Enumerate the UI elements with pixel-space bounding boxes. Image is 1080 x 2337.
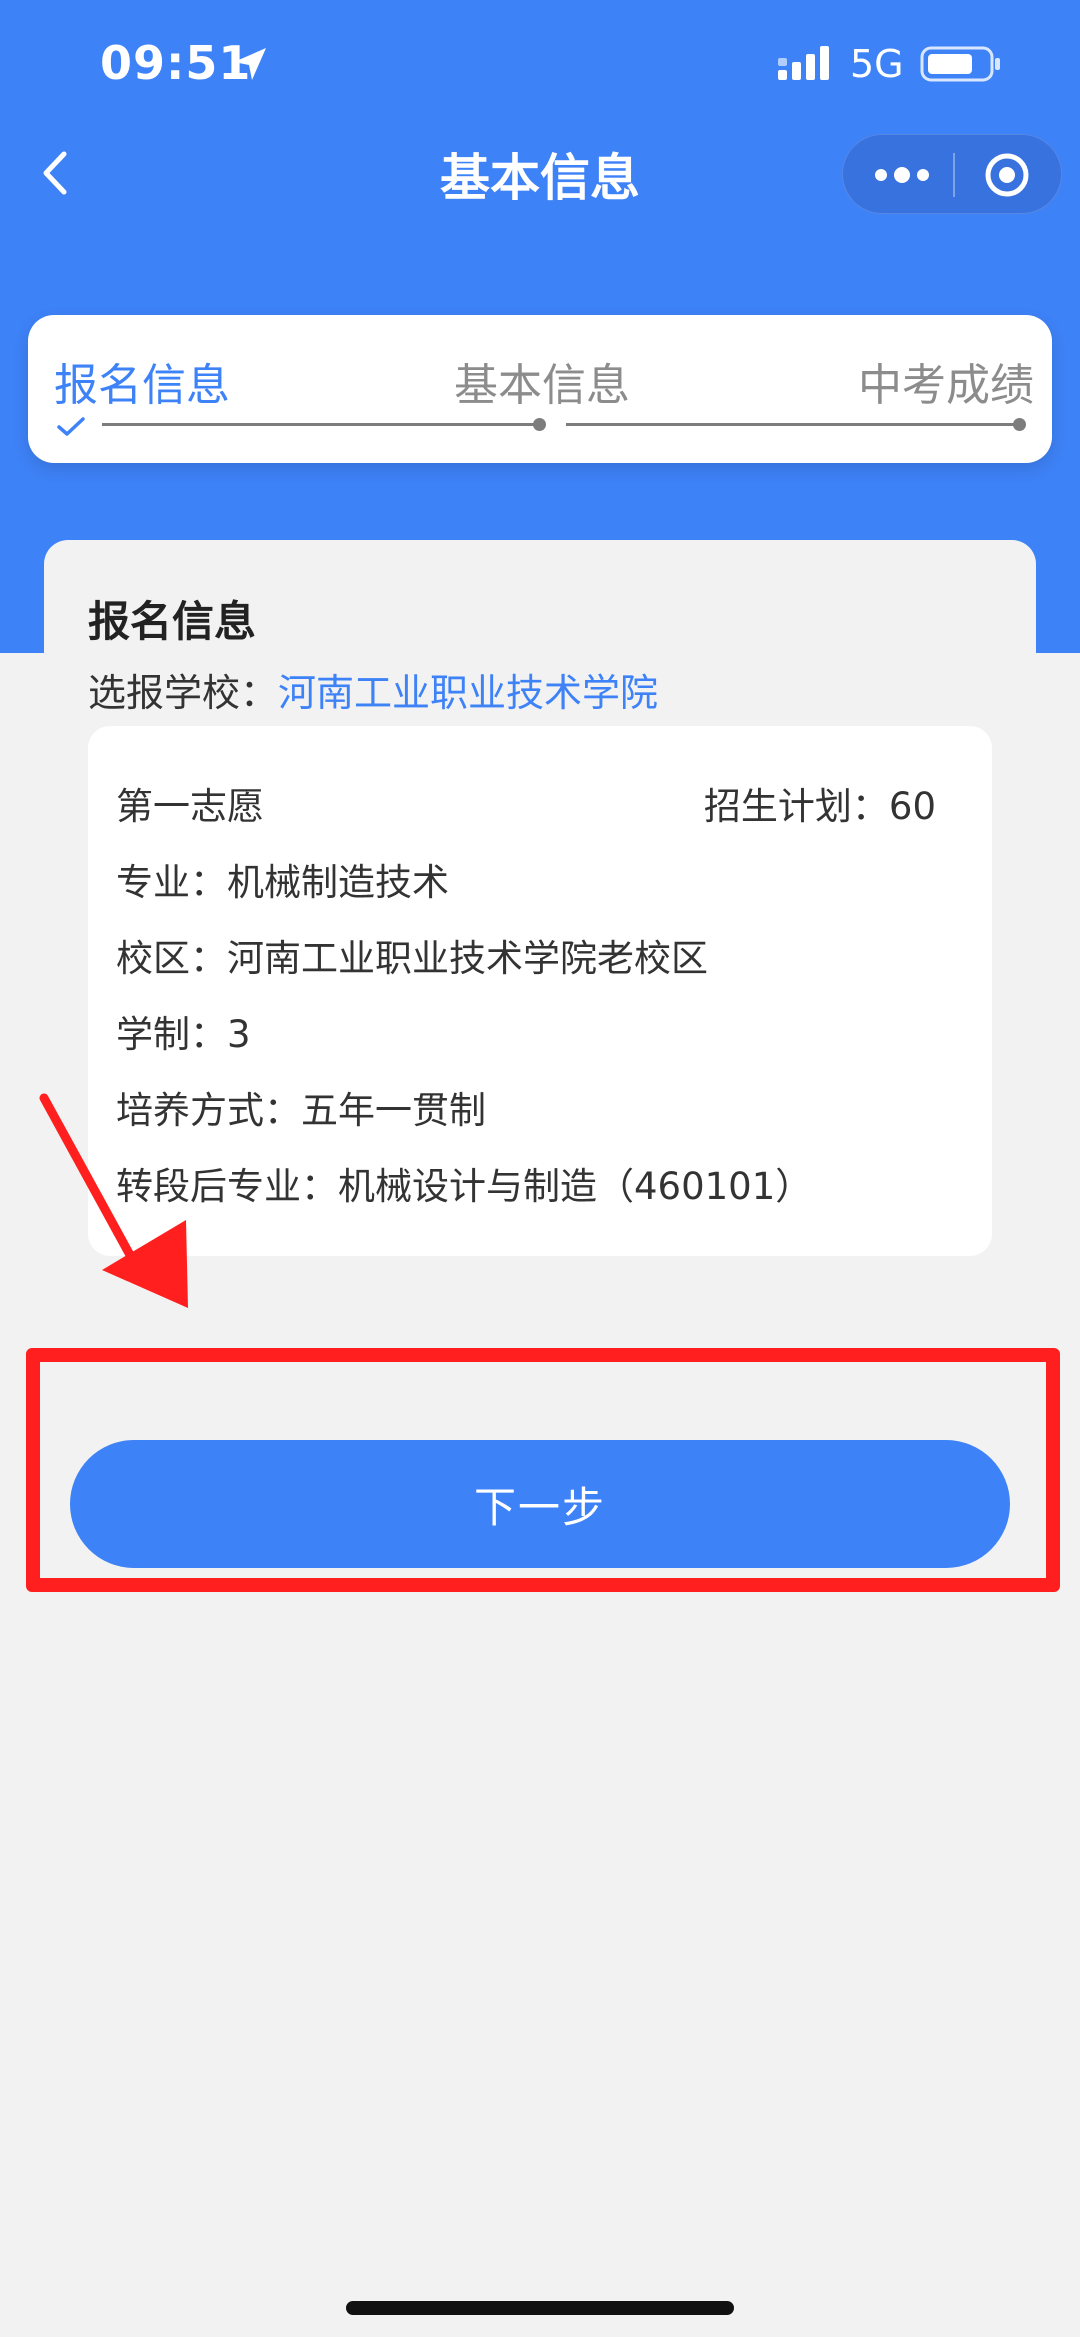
transfer-major-row: 转段后专业：机械设计与制造（460101）	[116, 1165, 813, 1208]
school-row: 选报学校：河南工业职业技术学院	[88, 662, 658, 717]
campus-row: 校区：河南工业职业技术学院老校区	[116, 937, 708, 980]
check-icon	[57, 417, 85, 436]
mini-program-capsule	[842, 134, 1062, 214]
school-label: 选报学校：	[88, 671, 279, 715]
step-dot	[533, 418, 546, 431]
choice-title: 第一志愿	[116, 785, 264, 828]
step-label-exam-score: 中考成绩	[858, 360, 1034, 411]
section-title: 报名信息	[88, 597, 257, 646]
duration-row: 学制：3	[116, 1013, 251, 1056]
close-target-icon[interactable]	[983, 151, 1031, 199]
page: 09:51 5G 基本信息 报名信息 基本信息 中考成绩 报名信息 选报学校：河…	[0, 0, 1080, 2337]
status-time: 09:51	[100, 36, 252, 90]
next-step-button[interactable]: 下一步	[70, 1440, 1010, 1568]
first-choice-box: 第一志愿 招生计划：60 专业：机械制造技术 校区：河南工业职业技术学院老校区 …	[88, 726, 992, 1256]
step-label-basic-info: 基本信息	[454, 360, 630, 411]
location-arrow-icon	[234, 48, 266, 80]
home-indicator[interactable]	[346, 2301, 734, 2315]
step-dot	[1013, 418, 1026, 431]
step-progress: 报名信息 基本信息 中考成绩	[28, 315, 1052, 463]
step-connector	[566, 423, 1022, 426]
capsule-divider	[953, 153, 955, 197]
signal-icon	[778, 46, 829, 80]
enrollment-plan: 招生计划：60	[703, 785, 936, 828]
step-connector	[102, 423, 540, 426]
major-row: 专业：机械制造技术	[116, 861, 449, 904]
step-label-registration: 报名信息	[54, 360, 230, 411]
annotation-arrow-icon	[39, 1093, 188, 1308]
network-label: 5G	[850, 42, 904, 86]
more-dots-icon[interactable]	[871, 153, 933, 197]
battery-icon	[920, 46, 1000, 82]
school-name: 河南工业职业技术学院	[278, 671, 659, 715]
